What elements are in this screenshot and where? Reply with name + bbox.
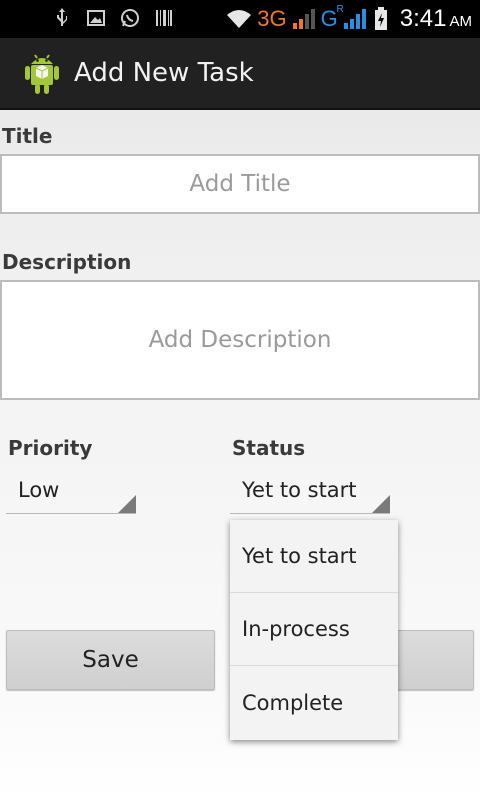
whatsapp-icon bbox=[120, 8, 140, 28]
description-label: Description bbox=[2, 250, 132, 274]
action-bar: Add New Task bbox=[0, 38, 480, 110]
dropdown-arrow-icon bbox=[372, 495, 390, 513]
status-spinner[interactable]: Yet to start bbox=[230, 472, 390, 514]
status-value: Yet to start bbox=[242, 478, 357, 502]
description-input[interactable] bbox=[2, 327, 478, 353]
priority-value: Low bbox=[18, 478, 60, 502]
android-icon[interactable] bbox=[22, 52, 62, 96]
network-g-label: GR bbox=[320, 4, 344, 31]
status-option-yet-to-start[interactable]: Yet to start bbox=[230, 520, 398, 593]
barcode-icon bbox=[154, 8, 174, 28]
signal-icon bbox=[291, 9, 317, 29]
title-label: Title bbox=[2, 124, 53, 148]
status-bar: 3G GR 3:41 AM bbox=[0, 0, 480, 38]
dropdown-arrow-icon bbox=[118, 495, 136, 513]
title-field-box bbox=[0, 154, 480, 214]
status-option-complete[interactable]: Complete bbox=[230, 666, 398, 739]
status-dropdown: Yet to start In-process Complete bbox=[230, 520, 398, 740]
network-3g-label: 3G bbox=[257, 6, 287, 31]
title-input[interactable] bbox=[2, 171, 478, 197]
battery-icon bbox=[372, 7, 390, 30]
image-icon bbox=[86, 8, 106, 28]
priority-spinner[interactable]: Low bbox=[6, 472, 136, 514]
save-button[interactable]: Save bbox=[6, 630, 215, 690]
usb-icon bbox=[52, 8, 72, 28]
clock: 3:41 AM bbox=[399, 5, 472, 32]
priority-label: Priority bbox=[8, 436, 93, 460]
description-field-box bbox=[0, 280, 480, 400]
signal-icon-2 bbox=[342, 9, 368, 29]
status-option-in-process[interactable]: In-process bbox=[230, 593, 398, 666]
page-title: Add New Task bbox=[74, 58, 254, 88]
status-label: Status bbox=[232, 436, 306, 460]
wifi-icon bbox=[225, 9, 253, 29]
system-indicators: 3G GR 3:41 AM bbox=[225, 4, 472, 34]
notification-icons bbox=[52, 8, 174, 28]
